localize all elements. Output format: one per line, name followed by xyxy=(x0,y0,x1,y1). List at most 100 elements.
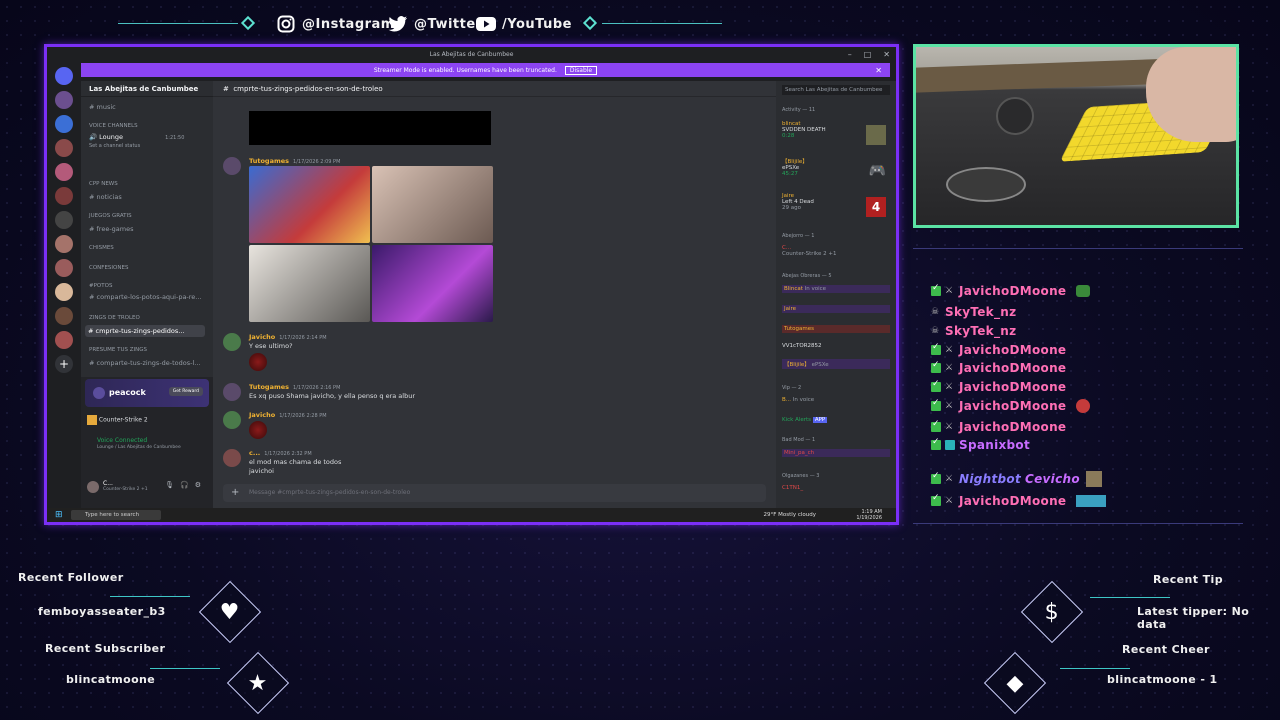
video-thumbnail[interactable] xyxy=(249,245,370,322)
sticker-image[interactable] xyxy=(249,421,267,439)
avatar[interactable] xyxy=(223,383,241,401)
taskbar-clock[interactable]: 1:19 AM 1/19/2026 xyxy=(856,509,882,521)
peacock-promo[interactable]: peacock Get Reward xyxy=(85,379,209,407)
activity-item[interactable]: 【Blijile】 ePSXe 45:27 xyxy=(782,157,808,177)
channel-noticias[interactable]: # noticias xyxy=(89,193,122,201)
attach-plus-icon[interactable]: + xyxy=(231,484,239,502)
member-row[interactable]: Jaire xyxy=(782,305,890,313)
chat-line: ⚔JavichoDMoone xyxy=(931,342,1066,357)
channel-free-games[interactable]: # free-games xyxy=(89,225,134,233)
recent-cheer-value: blincatmoone - 1 xyxy=(1107,673,1218,686)
user-avatar[interactable] xyxy=(87,481,99,493)
banner-close-icon[interactable]: ✕ xyxy=(875,66,882,75)
message-author[interactable]: Tutogames 1/17/2026 2:09 PM xyxy=(249,157,340,165)
member-search-input[interactable]: Search Las Abejitas de Canbumbee xyxy=(782,85,890,95)
sticker-image[interactable] xyxy=(249,353,267,371)
chat-channel-name: cmprte-tus-zings-pedidos-en-son-de-trole… xyxy=(233,85,383,93)
dollar-icon: $ xyxy=(1045,599,1059,625)
discord-home-icon[interactable] xyxy=(55,67,73,85)
member-row[interactable]: Tutogames xyxy=(782,325,890,333)
member-row[interactable]: Kick Alerts APP xyxy=(782,417,828,423)
member-row[interactable]: C... Counter-Strike 2 +1 xyxy=(782,245,837,257)
avatar[interactable] xyxy=(223,411,241,429)
minimize-icon[interactable]: – xyxy=(848,47,852,62)
server-icon[interactable] xyxy=(55,91,73,109)
category-confesiones[interactable]: CONFESIONES xyxy=(89,265,128,271)
message-author[interactable]: c... 1/17/2026 2:32 PM xyxy=(249,449,312,457)
channel-potos[interactable]: # comparte-los-potos-aqui-pa-re... xyxy=(89,293,202,301)
group-label: Abejas Obreras — 5 xyxy=(782,273,832,279)
activity-item[interactable]: blincat SVDDEN DEATH 0:28 xyxy=(782,121,826,139)
server-icon[interactable] xyxy=(55,283,73,301)
activity-item[interactable]: Jaire Left 4 Dead 29 ago xyxy=(782,193,814,211)
message-composer[interactable]: + Message #cmprte-tus-zings-pedidos-en-s… xyxy=(223,484,766,502)
mod-badge-icon: ⚔ xyxy=(945,382,954,392)
category-cpp-news[interactable]: CPP NEWS xyxy=(89,181,118,187)
server-icon[interactable] xyxy=(55,235,73,253)
server-icon[interactable] xyxy=(55,259,73,277)
member-row[interactable]: Blincat In voice xyxy=(782,285,890,293)
mic-icon[interactable]: 🎙 xyxy=(165,481,180,489)
get-reward-button[interactable]: Get Reward xyxy=(168,387,203,396)
member-row[interactable]: 【Blijile】 ePSXe xyxy=(782,359,890,369)
server-icon[interactable] xyxy=(55,115,73,133)
server-icon[interactable] xyxy=(55,211,73,229)
instagram-link[interactable]: @Instagram xyxy=(276,14,395,34)
group-label: Abejorro — 1 xyxy=(782,233,815,239)
member-row[interactable]: B... In voice xyxy=(782,397,814,403)
avatar[interactable] xyxy=(223,449,241,467)
member-row[interactable]: C1TN1_ xyxy=(782,485,803,491)
youtube-link[interactable]: /YouTube xyxy=(476,14,572,34)
member-row[interactable]: VV1cTOR2852 xyxy=(782,343,822,349)
disable-streamer-button[interactable]: Disable xyxy=(564,65,598,75)
windows-start-icon[interactable]: ⊞ xyxy=(55,510,63,520)
twitter-link[interactable]: @Twitter xyxy=(388,14,483,34)
close-icon[interactable]: ✕ xyxy=(883,47,890,62)
video-thumbnail[interactable] xyxy=(372,166,493,243)
verified-badge-icon xyxy=(931,398,941,411)
message-author[interactable]: Javicho 1/17/2026 2:28 PM xyxy=(249,411,327,419)
server-icon[interactable] xyxy=(55,187,73,205)
category-chismes[interactable]: CHISMES xyxy=(89,245,114,251)
voice-location[interactable]: Lounge / Las Abejitas de Canbumbee xyxy=(97,445,181,450)
game-activity[interactable]: Counter-Strike 2 xyxy=(87,415,148,425)
voice-channel-lounge[interactable]: 🔊 Lounge 1:21:50 xyxy=(89,133,184,141)
message-author[interactable]: Tutogames 1/17/2026 2:16 PM xyxy=(249,383,340,391)
message-author[interactable]: Javicho 1/17/2026 2:14 PM xyxy=(249,333,327,341)
channel-zings-active[interactable]: # cmprte-tus-zings-pedidos... xyxy=(85,325,205,337)
server-icon[interactable] xyxy=(55,139,73,157)
member-list: Search Las Abejitas de Canbumbee Activit… xyxy=(776,81,896,508)
video-thumbnail[interactable] xyxy=(372,245,493,322)
server-icon[interactable] xyxy=(55,307,73,325)
embedded-media-dark[interactable] xyxy=(249,111,491,145)
channel-presume[interactable]: # comparte-tus-zings-de-todos-l... xyxy=(89,359,201,367)
category-zings[interactable]: Zings De Troleo xyxy=(89,315,140,321)
avatar[interactable] xyxy=(223,333,241,351)
category-potos[interactable]: #Potos xyxy=(89,283,112,289)
video-thumbnail[interactable] xyxy=(249,166,370,243)
category-voice[interactable]: Voice Channels xyxy=(89,123,138,129)
recent-follower-label: Recent Follower xyxy=(18,571,124,584)
headset-icon[interactable]: 🎧 xyxy=(180,481,195,489)
cs2-icon xyxy=(87,415,97,425)
taskbar-weather[interactable]: 29°F Mostly cloudy xyxy=(764,510,816,520)
discord-window[interactable]: Las Abejitas de Canbumbee – □ ✕ Streamer… xyxy=(44,44,899,525)
lounge-status[interactable]: Set a channel status xyxy=(89,143,140,149)
chat-line: ⚔JavichoDMoone xyxy=(931,283,1091,298)
recent-cheer-label: Recent Cheer xyxy=(1122,643,1210,656)
taskbar-search[interactable]: Type here to search xyxy=(71,510,161,520)
member-row[interactable]: Mini_pa_ch xyxy=(782,449,890,457)
server-name[interactable]: Las Abejitas de Canbumbee xyxy=(81,81,213,97)
category-presume[interactable]: Presume Tus Zings xyxy=(89,347,147,353)
message-text: Y ese ultimo? xyxy=(249,342,293,350)
add-server-icon[interactable]: + xyxy=(55,355,73,373)
settings-gear-icon[interactable]: ⚙ xyxy=(195,481,207,489)
server-icon[interactable] xyxy=(55,163,73,181)
category-juegos[interactable]: Juegos Gratis xyxy=(89,213,132,219)
channel-music[interactable]: # music xyxy=(89,103,116,111)
twitter-icon xyxy=(388,14,408,34)
emote-icon xyxy=(1076,285,1091,297)
server-icon[interactable] xyxy=(55,331,73,349)
avatar[interactable] xyxy=(223,157,241,175)
maximize-icon[interactable]: □ xyxy=(864,47,872,62)
